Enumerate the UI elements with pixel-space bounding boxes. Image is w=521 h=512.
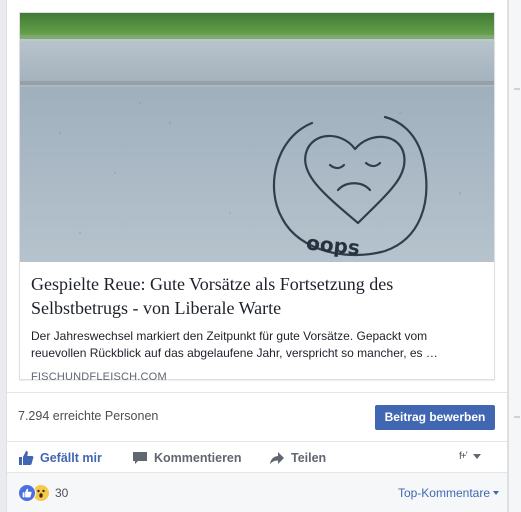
like-reaction-icon: [18, 484, 36, 502]
comment-label: Kommentieren: [154, 451, 242, 465]
link-title[interactable]: Gespielte Reue: Gute Vorsätze als Fortse…: [31, 272, 483, 320]
reaction-count: 30: [55, 486, 69, 500]
share-button[interactable]: Teilen: [269, 449, 326, 467]
comment-icon: [132, 450, 148, 466]
link-preview-card[interactable]: oops Gespielte Reue: Gute Vorsätze als F…: [19, 12, 495, 383]
link-domain: FISCHUNDFLEISCH.COM: [31, 371, 167, 383]
link-preview-image[interactable]: oops: [20, 13, 494, 262]
reach-count[interactable]: 7.294 erreichte Personen: [18, 409, 158, 423]
link-description: Der Jahreswechsel markiert den Zeitpunkt…: [31, 329, 438, 360]
comment-sort-dropdown[interactable]: Top-Kommentare: [398, 486, 499, 500]
post-insights-bar: 7.294 erreichte Personen Beitrag bewerbe…: [7, 392, 507, 440]
comment-button[interactable]: Kommentieren: [132, 449, 242, 467]
reaction-summary[interactable]: 30: [18, 484, 68, 502]
thumbs-up-icon: [18, 450, 34, 466]
audience-selector[interactable]: f+ʼ: [459, 451, 481, 462]
right-column-edge: [508, 0, 521, 512]
reactions-bar: 30 Top-Kommentare: [7, 472, 507, 512]
promote-post-button[interactable]: Beitrag bewerben: [375, 405, 495, 430]
share-label: Teilen: [291, 451, 327, 465]
post-actions-bar: Gefällt mir Kommentieren Teilen f+ʼ: [7, 441, 507, 472]
like-button[interactable]: Gefällt mir: [18, 449, 102, 467]
feed-post: oops Gespielte Reue: Gute Vorsätze als F…: [6, 0, 508, 512]
chevron-down-icon: [472, 454, 481, 459]
comment-sort-label: Top-Kommentare: [397, 486, 490, 500]
share-arrow-icon: [269, 450, 285, 466]
custom-audience-icon: f+ʼ: [459, 451, 468, 462]
like-label: Gefällt mir: [40, 451, 102, 465]
chevron-down-icon: [493, 491, 499, 495]
divider: [514, 416, 520, 418]
divider: [514, 88, 520, 90]
